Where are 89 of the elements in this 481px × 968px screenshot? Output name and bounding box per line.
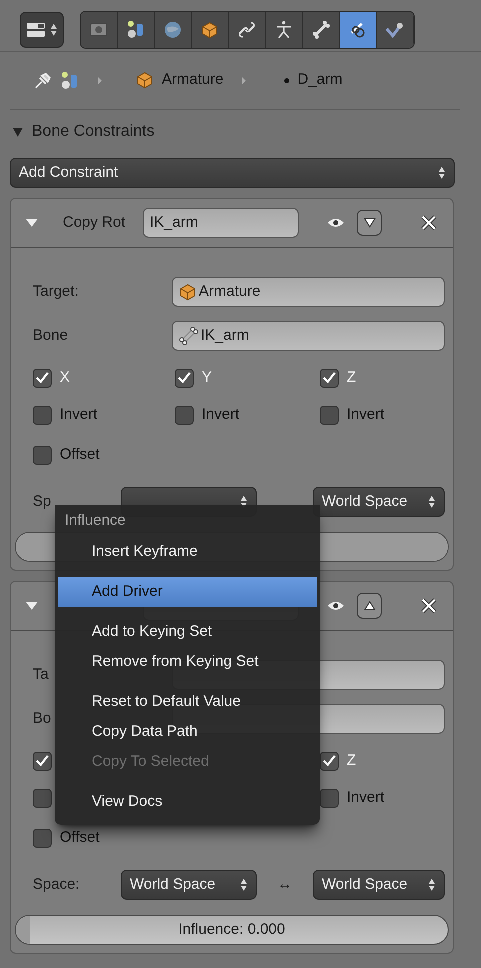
menu-item[interactable]: Copy Data Path (58, 717, 317, 747)
checkbox[interactable] (33, 446, 52, 464)
checkbox-label: Z (347, 368, 356, 388)
close-icon (421, 598, 437, 614)
checkbox-label: Invert (60, 404, 98, 425)
menu-item[interactable]: Reset to Default Value (58, 687, 317, 717)
checkbox-label: Invert (347, 788, 385, 808)
check-icon (323, 755, 336, 767)
checkbox[interactable] (33, 828, 52, 848)
checkbox[interactable] (33, 368, 52, 388)
check-icon (323, 372, 336, 384)
menu-title: Influence (64, 510, 126, 531)
scene-icon (60, 70, 80, 90)
checkbox[interactable] (175, 368, 194, 388)
up-down-icon (428, 878, 436, 892)
space-dropdown[interactable]: World Space (313, 870, 445, 900)
menu-item[interactable]: Insert Keyframe (58, 537, 317, 567)
menu-item[interactable]: View Docs (58, 787, 317, 817)
menu-item[interactable]: Remove from Keying Set (58, 647, 317, 677)
close-icon (421, 215, 437, 231)
close-button[interactable] (421, 215, 437, 231)
properties-icon (26, 22, 46, 38)
move-down-button[interactable] (357, 210, 382, 236)
properties-tab[interactable] (118, 12, 155, 48)
down-triangle-icon (364, 218, 376, 228)
space-dropdown[interactable]: World Space (121, 870, 257, 900)
cube-icon (179, 282, 197, 302)
checkbox[interactable] (320, 406, 339, 424)
checkbox[interactable] (33, 406, 52, 424)
properties-tab[interactable] (303, 12, 340, 48)
bone-label: Bone (33, 326, 70, 346)
space-label: Sp (33, 492, 52, 512)
checkbox[interactable] (33, 752, 52, 770)
properties-tab[interactable] (229, 12, 266, 48)
properties-tab[interactable] (192, 12, 229, 48)
menu-item[interactable]: Add Driver (58, 577, 317, 607)
checkbox-label: Invert (347, 404, 385, 425)
up-down-icon (428, 495, 436, 509)
name-field[interactable]: IK_arm (143, 208, 299, 238)
check-icon (36, 755, 49, 767)
up-down-icon (50, 22, 58, 36)
constraint-type: Copy Rot (62, 212, 127, 233)
checkbox-label: Invert (202, 404, 240, 425)
editor-type-button[interactable] (20, 12, 64, 48)
bullet-icon (284, 78, 290, 84)
checkbox[interactable] (320, 752, 339, 770)
move-up-button[interactable] (357, 593, 382, 619)
checkbox-label: Offset (60, 444, 100, 465)
breadcrumb-arrow-icon (96, 76, 104, 86)
checkbox-label: Y (202, 368, 212, 388)
space-label: Space: (33, 874, 81, 895)
bone-field[interactable]: IK_arm (172, 321, 445, 351)
breadcrumb-arrow-icon (240, 76, 248, 86)
checkbox-label: Offset (60, 828, 100, 848)
up-triangle-icon (364, 601, 376, 611)
bone-icon (310, 18, 332, 40)
properties-tab[interactable] (266, 12, 303, 48)
check-icon (178, 372, 191, 384)
menu-item[interactable]: Add to Keying Set (58, 617, 317, 647)
checkbox[interactable] (320, 368, 339, 388)
checkbox[interactable] (320, 788, 339, 808)
breadcrumb-item[interactable]: Armature (162, 69, 224, 92)
influence-slider[interactable]: Influence: 0.000 (15, 915, 449, 945)
checkbox-label: X (60, 368, 70, 388)
pin-icon (34, 72, 52, 90)
space-dropdown[interactable]: World Space (313, 487, 445, 517)
up-down-icon (240, 878, 248, 892)
properties-tab[interactable] (340, 12, 377, 48)
up-down-icon (438, 166, 446, 180)
eye-icon (327, 217, 345, 229)
add-constraint-dropdown[interactable]: Add Constraint (10, 158, 455, 188)
target-label: Target: (33, 282, 80, 302)
checkbox[interactable] (33, 788, 52, 808)
target-label: Ta (33, 664, 50, 685)
panel-header[interactable]: Bone Constraints (0, 112, 455, 152)
cube-icon (136, 71, 154, 90)
panel-title: Bone Constraints (32, 122, 155, 142)
target-field[interactable]: Armature (172, 277, 445, 307)
breadcrumb-item[interactable]: D_arm (298, 69, 343, 92)
check-icon (36, 372, 49, 384)
double-arrow: ↔ (276, 874, 294, 895)
bone-label: Bo (33, 708, 52, 729)
bone-icon (179, 327, 199, 345)
properties-tab[interactable] (377, 12, 414, 48)
checkbox-label: Z (347, 750, 356, 771)
properties-tab[interactable] (155, 12, 192, 48)
checkbox[interactable] (175, 406, 194, 424)
close-button[interactable] (421, 598, 437, 614)
eye-icon (327, 600, 345, 612)
